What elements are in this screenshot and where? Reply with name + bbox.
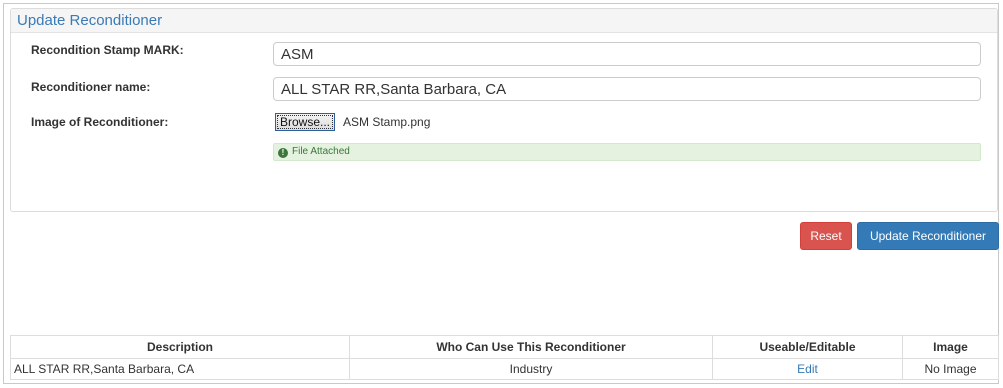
update-reconditioner-panel: Update Reconditioner Recondition Stamp M… xyxy=(10,8,998,212)
table-row: ALL STAR RR,Santa Barbara, CA Industry E… xyxy=(10,358,999,380)
browse-button[interactable]: Browse... xyxy=(275,113,336,131)
file-attached-alert: ! File Attached xyxy=(273,143,981,161)
reconditioner-name-label: Reconditioner name: xyxy=(31,80,151,94)
stamp-mark-label: Recondition Stamp MARK: xyxy=(31,43,184,57)
column-header-description: Description xyxy=(10,335,350,359)
file-attached-text: File Attached xyxy=(292,146,350,157)
table-header-row: Description Who Can Use This Recondition… xyxy=(10,335,999,359)
panel-title: Update Reconditioner xyxy=(11,9,997,33)
cell-who-can-use: Industry xyxy=(349,358,713,380)
update-reconditioner-button[interactable]: Update Reconditioner xyxy=(857,222,999,250)
reconditioner-table: Description Who Can Use This Recondition… xyxy=(10,335,999,380)
info-circle-icon: ! xyxy=(278,148,288,158)
cell-description: ALL STAR RR,Santa Barbara, CA xyxy=(10,358,350,380)
column-header-image: Image xyxy=(902,335,999,359)
selected-file-name: ASM Stamp.png xyxy=(343,115,431,129)
reconditioner-image-label: Image of Reconditioner: xyxy=(31,115,169,129)
column-header-who-can-use: Who Can Use This Reconditioner xyxy=(349,335,713,359)
reconditioner-name-input[interactable] xyxy=(273,77,981,101)
stamp-mark-input[interactable] xyxy=(273,42,981,66)
column-header-useable-editable: Useable/Editable xyxy=(712,335,903,359)
cell-image: No Image xyxy=(902,358,999,380)
cell-useable-editable: Edit xyxy=(712,358,903,380)
reset-button[interactable]: Reset xyxy=(800,222,852,250)
edit-link[interactable]: Edit xyxy=(797,362,818,376)
